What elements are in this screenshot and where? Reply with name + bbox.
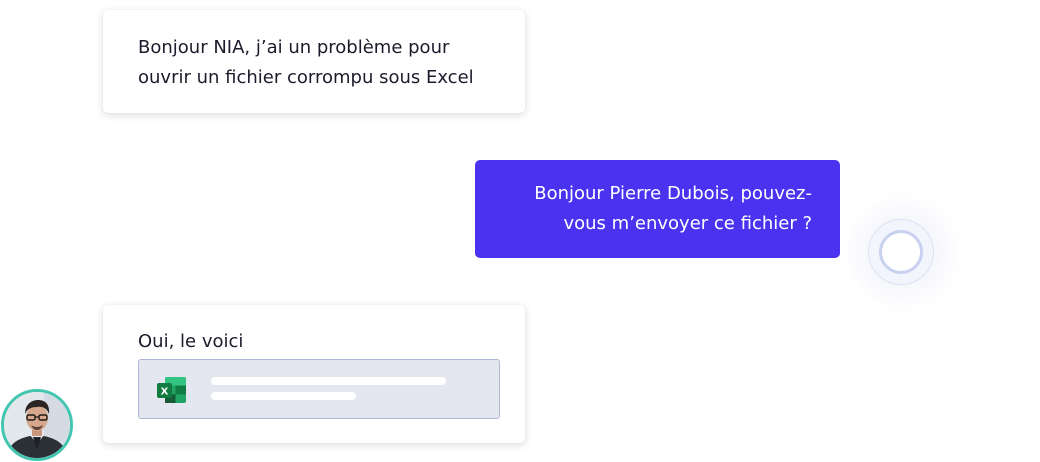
user-message-bubble-with-attachment: Oui, le voici X <box>103 305 525 443</box>
bot-message-bubble: Bonjour Pierre Dubois, pouvez- vous m’en… <box>475 160 840 258</box>
file-size-placeholder <box>211 392 356 400</box>
loading-circle-icon <box>879 230 923 274</box>
file-attachment[interactable]: X <box>138 359 500 419</box>
svg-text:X: X <box>161 387 169 398</box>
user-avatar-photo <box>4 392 70 458</box>
file-name-placeholder <box>211 377 446 385</box>
user-message-text: Bonjour NIA, j’ai un problème pour ouvri… <box>138 37 474 88</box>
bot-message-text: Bonjour Pierre Dubois, pouvez- vous m’en… <box>534 183 812 234</box>
user-message-text: Oui, le voici <box>138 331 244 352</box>
excel-icon: X <box>157 377 186 403</box>
user-avatar <box>1 389 73 461</box>
chat-conversation: Bonjour NIA, j’ai un problème pour ouvri… <box>0 0 1040 462</box>
user-message-bubble: Bonjour NIA, j’ai un problème pour ouvri… <box>103 10 525 113</box>
